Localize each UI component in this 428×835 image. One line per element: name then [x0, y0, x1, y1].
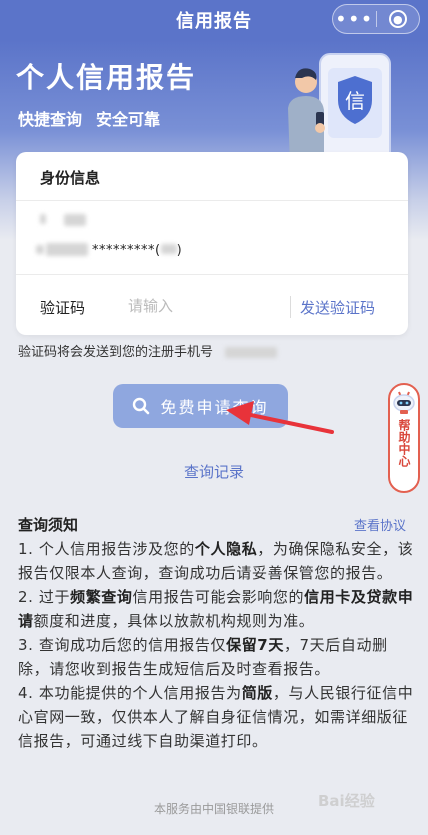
- name-redacted: [64, 214, 86, 226]
- mini-program-capsule: ••• ●: [332, 4, 420, 34]
- notice-item: 1. 个人信用报告涉及您的个人隐私，为确保隐私安全，该报告仅限本人查询，查询成功…: [18, 537, 414, 585]
- notice-emphasis: 保留7天: [226, 636, 284, 654]
- robot-mascot-icon: [393, 391, 415, 414]
- id-suffix-text: ): [176, 243, 183, 258]
- verify-divider: [290, 296, 291, 318]
- help-center-label: 帮助中心: [397, 419, 411, 467]
- send-code-button[interactable]: 发送验证码: [300, 297, 375, 318]
- search-icon: [133, 397, 150, 415]
- close-button[interactable]: ●: [377, 10, 420, 28]
- notice-item: 3. 查询成功后您的信用报告仅保留7天，7天后自动删除，请您收到报告生成短信后及…: [18, 633, 414, 681]
- phone-redacted: [225, 347, 278, 358]
- notice-text: 2. 过于: [18, 588, 71, 606]
- hero-tag-fast: 快捷查询: [18, 110, 83, 129]
- hero-tag-secure: 安全可靠: [96, 110, 161, 129]
- sms-notice-text: 验证码将会发送到您的注册手机号: [18, 345, 214, 360]
- name-redacted-prefix: [40, 214, 46, 224]
- verify-code-label: 验证码: [40, 299, 86, 317]
- identity-card: 身份信息 *********() 验证码 发送验证码: [16, 152, 408, 335]
- notice-item: 4. 本功能提供的个人信用报告为简版，与人民银行征信中心官网一致，仅供本人了解自…: [18, 681, 414, 753]
- id-redacted-head: [46, 243, 88, 256]
- notice-emphasis: 简版: [241, 684, 273, 702]
- free-query-label: 免费申请查询: [160, 398, 269, 417]
- notice-item: 2. 过于频繁查询信用报告可能会影响您的信用卡及贷款申请额度和进度，具体以放款机…: [18, 585, 414, 633]
- baidu-jingyan-watermark: Bai经验: [318, 792, 375, 810]
- id-redacted-prefix: [36, 245, 44, 254]
- hero-title: 个人信用报告: [16, 61, 197, 94]
- card-divider-top: [16, 200, 408, 201]
- view-agreement-link[interactable]: 查看协议: [354, 515, 406, 534]
- notice-text: 额度和进度，具体以放款机构规则为准。: [33, 612, 315, 630]
- help-center-button[interactable]: 帮助中心: [388, 383, 420, 493]
- id-masked-text: *********(: [92, 243, 161, 258]
- query-records-link[interactable]: 查询记录: [0, 461, 428, 482]
- person-hand: [315, 123, 325, 133]
- sms-notice: 验证码将会发送到您的注册手机号: [18, 341, 278, 360]
- shield-badge-char: 信: [345, 89, 365, 113]
- close-icon: ●: [388, 10, 407, 28]
- id-redacted-tail: [160, 244, 177, 254]
- page-title: 信用报告: [176, 11, 252, 32]
- card-divider-bottom: [16, 274, 408, 275]
- notice-text: 信用报告可能会影响您的: [132, 588, 305, 606]
- id-number-masked: *********(): [92, 243, 182, 258]
- free-query-button[interactable]: 免费申请查询: [113, 384, 288, 428]
- notice-title: 查询须知: [18, 516, 79, 534]
- notice-text: 4. 本功能提供的个人信用报告为: [18, 684, 242, 702]
- notice-emphasis: 频繁查询: [70, 588, 133, 606]
- notice-emphasis: 个人隐私: [194, 540, 258, 558]
- verify-code-input[interactable]: [128, 293, 278, 319]
- more-icon[interactable]: •••: [333, 9, 376, 29]
- top-navbar: 信用报告 ••• ●: [0, 0, 428, 40]
- identity-title: 身份信息: [40, 169, 101, 187]
- notice-body: 1. 个人信用报告涉及您的个人隐私，为确保隐私安全，该报告仅限本人查询，查询成功…: [18, 537, 414, 753]
- notice-text: 3. 查询成功后您的信用报告仅: [18, 636, 227, 654]
- notice-text: 1. 个人信用报告涉及您的: [18, 540, 195, 558]
